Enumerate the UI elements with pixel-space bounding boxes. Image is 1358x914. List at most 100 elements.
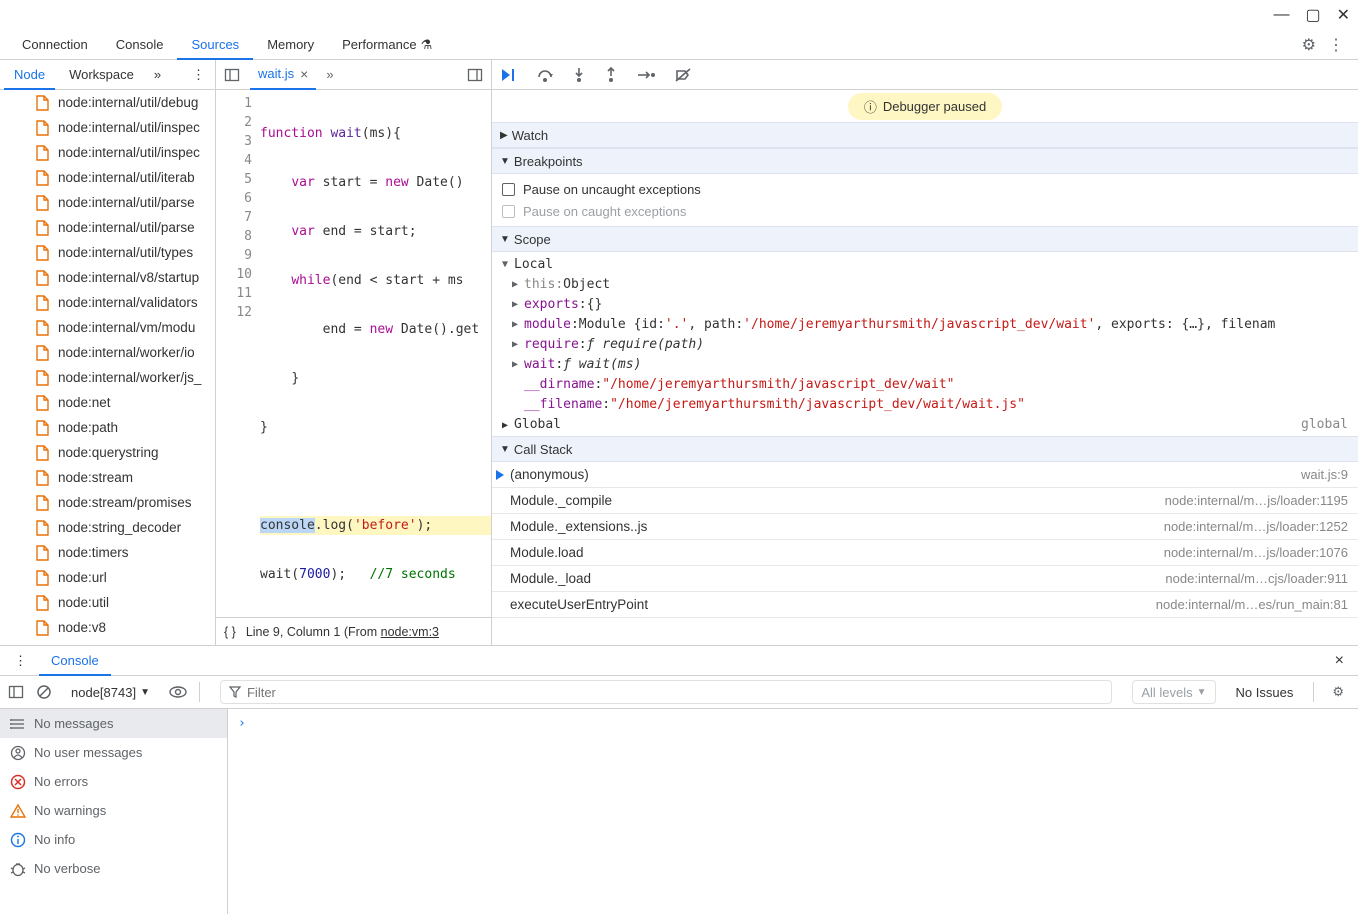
callstack-frame[interactable]: Module._loadnode:internal/m…cjs/loader:9… [492,566,1358,592]
scope-exports[interactable]: ▶exports: {} [492,294,1358,314]
file-tree-item[interactable]: node:v8 [0,615,215,640]
file-label: node:net [58,395,111,410]
scope-require[interactable]: ▶require: ƒ require(path) [492,334,1358,354]
file-tree-item[interactable]: node:stream [0,465,215,490]
scope-section-header[interactable]: ▼Scope [492,226,1358,252]
file-tree-item[interactable]: node:internal/v8/startup [0,265,215,290]
step-out-button[interactable] [604,67,618,83]
console-settings-icon[interactable]: ⚙ [1326,684,1350,700]
message-filter-row[interactable]: No info [0,825,227,854]
close-tab-icon[interactable]: × [300,66,308,82]
callstack-frame[interactable]: Module._compilenode:internal/m…js/loader… [492,488,1358,514]
scope-global[interactable]: ▶ Globalglobal [492,414,1358,434]
toggle-debugger-icon[interactable] [463,67,487,83]
file-tree-item[interactable]: node:internal/worker/io [0,340,215,365]
checkbox-icon[interactable] [502,183,515,196]
file-tree-item[interactable]: node:querystring [0,440,215,465]
drawer-tab-console[interactable]: Console [39,646,111,676]
maximize-button[interactable]: ▢ [1305,5,1320,25]
file-tree-item[interactable]: node:internal/util/iterab [0,165,215,190]
callstack-frame[interactable]: (anonymous)wait.js:9 [492,462,1358,488]
step-over-button[interactable] [536,67,554,83]
context-selector[interactable]: node[8743]▼ [64,682,157,703]
navtab-overflow[interactable]: » [148,67,167,82]
callstack-frame[interactable]: executeUserEntryPointnode:internal/m…es/… [492,592,1358,618]
callstack-frame[interactable]: Module._extensions..jsnode:internal/m…js… [492,514,1358,540]
file-tree-item[interactable]: node:internal/validators [0,290,215,315]
message-filter-row[interactable]: No user messages [0,738,227,767]
file-tree[interactable]: node:internal/util/debugnode:internal/ut… [0,90,215,645]
file-tree-item[interactable]: node:internal/vm/modu [0,315,215,340]
step-button[interactable] [636,67,656,83]
file-tree-item[interactable]: node:internal/util/debug [0,90,215,115]
message-filter-row[interactable]: No messages [0,709,227,738]
tab-connection[interactable]: Connection [8,30,102,60]
toggle-sidebar-icon[interactable] [8,684,24,700]
scope-wait[interactable]: ▶wait: ƒ wait(ms) [492,354,1358,374]
file-icon [36,445,49,461]
frame-function: (anonymous) [510,467,589,482]
filter-field[interactable] [247,685,1103,700]
file-tree-item[interactable]: node:internal/worker/js_ [0,365,215,390]
log-levels-selector[interactable]: All levels▼ [1132,680,1215,704]
file-tree-item[interactable]: node:vm [0,640,215,645]
scope-this[interactable]: ▶this: Object [492,274,1358,294]
file-tree-item[interactable]: node:internal/util/parse [0,190,215,215]
file-tree-item[interactable]: node:net [0,390,215,415]
settings-icon[interactable]: ⚙ [1296,35,1322,55]
tab-memory[interactable]: Memory [253,30,328,60]
console-drawer: ⋮ Console × node[8743]▼ All levels▼ No I… [0,646,1358,914]
code-editor[interactable]: 123456789101112 function wait(ms){ var s… [216,90,491,617]
tab-console[interactable]: Console [102,30,178,60]
pause-uncaught-row[interactable]: Pause on uncaught exceptions [502,178,1348,200]
close-drawer-icon[interactable]: × [1329,652,1350,670]
message-filter-row[interactable]: No errors [0,767,227,796]
console-output[interactable]: › [228,709,1358,914]
toggle-navigator-icon[interactable] [220,67,244,83]
callstack-section-header[interactable]: ▼Call Stack [492,436,1358,462]
file-tree-item[interactable]: node:util [0,590,215,615]
issues-indicator[interactable]: No Issues [1228,685,1302,700]
navtab-menu-icon[interactable]: ⋮ [186,67,211,83]
navtab-node[interactable]: Node [4,60,55,90]
navtab-workspace[interactable]: Workspace [59,60,144,90]
breakpoints-section-header[interactable]: ▼Breakpoints [492,148,1358,174]
editor-tab-overflow[interactable]: » [322,67,337,82]
close-window-button[interactable]: ✕ [1337,5,1350,25]
file-tree-item[interactable]: node:internal/util/parse [0,215,215,240]
step-into-button[interactable] [572,67,586,83]
scope-local[interactable]: ▼Local [492,254,1358,274]
clear-console-icon[interactable] [36,684,52,700]
scope-module[interactable]: ▶module: Module {id: '.', path: '/home/j… [492,314,1358,334]
resume-button[interactable] [500,67,518,83]
minimize-button[interactable]: — [1273,6,1289,24]
file-tree-item[interactable]: node:internal/util/inspec [0,140,215,165]
file-icon [36,395,49,411]
drawer-menu-icon[interactable]: ⋮ [8,653,33,669]
message-filter-row[interactable]: No warnings [0,796,227,825]
live-expression-icon[interactable] [169,686,187,698]
file-tree-item[interactable]: node:string_decoder [0,515,215,540]
watch-section-header[interactable]: ▶Watch [492,122,1358,148]
tab-performance[interactable]: Performance⚗ [328,30,446,60]
tab-sources[interactable]: Sources [177,30,253,60]
scope-body: ▼Local ▶this: Object ▶exports: {} ▶modul… [492,252,1358,436]
drawer-body: No messagesNo user messagesNo errorsNo w… [0,709,1358,914]
filter-icon [229,686,241,698]
filter-input[interactable] [220,680,1112,704]
file-tree-item[interactable]: node:timers [0,540,215,565]
kebab-menu-icon[interactable]: ⋮ [1322,35,1350,55]
message-filter-row[interactable]: No verbose [0,854,227,883]
source-origin-link[interactable]: node:vm:3 [381,625,439,639]
file-icon [36,145,49,161]
deactivate-breakpoints-button[interactable] [674,67,692,83]
file-tree-item[interactable]: node:path [0,415,215,440]
file-tree-item[interactable]: node:internal/util/types [0,240,215,265]
callstack-frame[interactable]: Module.loadnode:internal/m…js/loader:107… [492,540,1358,566]
file-tree-item[interactable]: node:url [0,565,215,590]
file-tree-item[interactable]: node:internal/util/inspec [0,115,215,140]
file-tree-item[interactable]: node:stream/promises [0,490,215,515]
code-area[interactable]: function wait(ms){ var start = new Date(… [260,90,491,617]
braces-icon[interactable]: { } [224,625,236,639]
editor-tab-waitjs[interactable]: wait.js × [250,60,316,90]
